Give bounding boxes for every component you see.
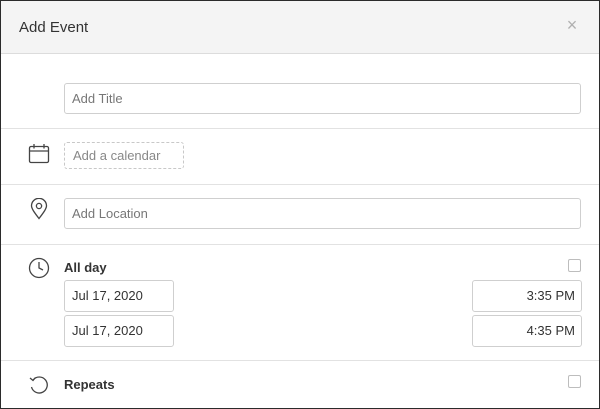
dialog-title: Add Event [19, 19, 89, 36]
repeats-checkbox[interactable] [568, 375, 581, 388]
add-event-dialog: Add Event × Add a calendar All day Jul 1… [0, 0, 600, 409]
calendar-icon [28, 144, 50, 164]
all-day-checkbox[interactable] [568, 259, 581, 272]
end-date-field[interactable]: Jul 17, 2020 [64, 315, 174, 347]
repeat-icon [29, 376, 48, 394]
clock-icon [28, 257, 50, 279]
repeats-label: Repeats [64, 377, 115, 392]
calendar-picker[interactable]: Add a calendar [64, 142, 184, 169]
divider [1, 244, 599, 245]
title-input[interactable] [64, 83, 581, 114]
start-date-field[interactable]: Jul 17, 2020 [64, 280, 174, 312]
divider [1, 184, 599, 185]
dialog-header: Add Event × [1, 1, 599, 54]
end-time-field[interactable]: 4:35 PM [472, 315, 582, 347]
divider [1, 128, 599, 129]
location-input[interactable] [64, 198, 581, 229]
start-time-field[interactable]: 3:35 PM [472, 280, 582, 312]
close-icon[interactable]: × [564, 16, 580, 34]
all-day-label: All day [64, 260, 107, 275]
divider [1, 360, 599, 361]
location-pin-icon [30, 198, 48, 220]
